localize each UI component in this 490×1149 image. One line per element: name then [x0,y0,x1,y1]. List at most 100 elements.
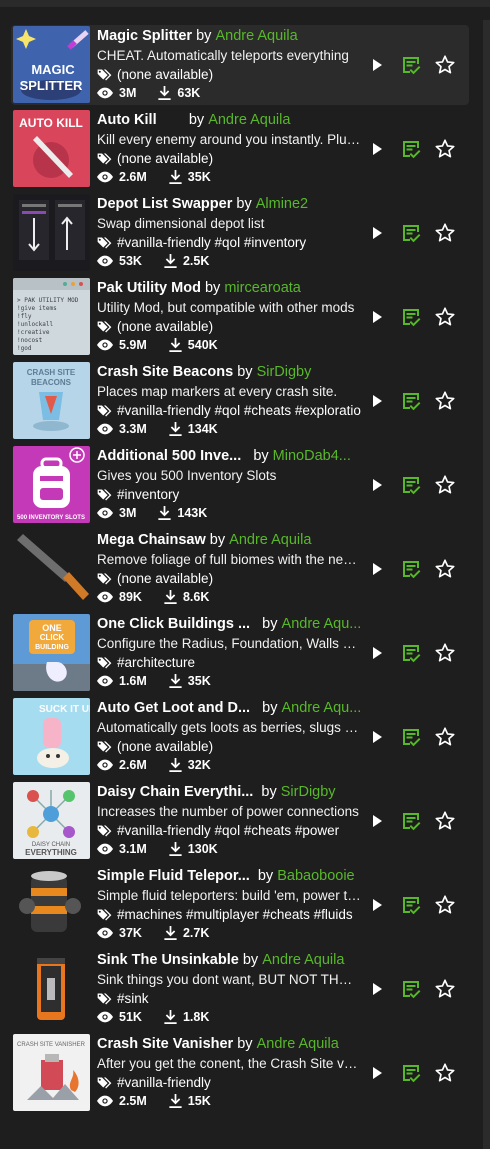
tag-icon [97,572,112,585]
mod-title[interactable]: Mega Chainsaw [97,532,206,548]
install-button[interactable] [400,222,422,244]
mod-row[interactable]: Simple Fluid Telepor... by Babaobooie Si… [11,865,469,945]
mod-title-line: Auto Kill by Andre Aquila [97,111,361,130]
mod-title[interactable]: Crash Site Vanisher [97,1036,233,1052]
mod-row[interactable]: ONE CLICK BUILDING One Click Buildings .… [11,613,469,693]
play-button[interactable] [366,390,388,412]
mod-title[interactable]: Pak Utility Mod [97,280,201,296]
favorite-button[interactable] [434,726,456,748]
play-button[interactable] [366,726,388,748]
mod-row[interactable]: Depot List Swapper by Almine2 Swap dimen… [11,193,469,273]
install-button[interactable] [400,894,422,916]
mod-author[interactable]: Andre Aquila [262,952,344,968]
mod-row[interactable]: CRASH SITE BEACONS Crash Site Beacons by… [11,361,469,441]
play-button[interactable] [366,1062,388,1084]
mod-row[interactable]: DAISY CHAIN EVERYTHING Daisy Chain Every… [11,781,469,861]
mod-author[interactable]: Andre Aquila [208,112,290,128]
install-icon [403,477,421,495]
install-button[interactable] [400,54,422,76]
mod-actions [366,222,456,244]
mod-title[interactable]: Crash Site Beacons [97,364,233,380]
favorite-button[interactable] [434,222,456,244]
install-button[interactable] [400,138,422,160]
install-button[interactable] [400,558,422,580]
play-button[interactable] [366,222,388,244]
svg-text:EVERYTHING: EVERYTHING [25,848,77,857]
mod-title[interactable]: Additional 500 Inve... [97,448,241,464]
play-icon [373,647,382,659]
mod-row[interactable]: 500 INVENTORY SLOTS Additional 500 Inve.… [11,445,469,525]
play-icon [373,1067,382,1079]
play-button[interactable] [366,306,388,328]
eye-icon [97,255,113,267]
favorite-button[interactable] [434,138,456,160]
favorite-button[interactable] [434,810,456,832]
mod-author[interactable]: Andre Aquila [229,532,311,548]
download-icon [164,254,177,268]
mod-title[interactable]: Auto Kill [97,112,157,128]
tag-icon [97,152,112,165]
mod-title[interactable]: Daisy Chain Everythi... [97,784,253,800]
magic-splitter-thumbnail: MAGIC SPLITTER [13,26,90,103]
mod-title[interactable]: One Click Buildings ... [97,616,250,632]
play-button[interactable] [366,558,388,580]
mod-row[interactable]: > PAK UTILITY MOD !give items !fly !unlocka… [11,277,469,357]
mod-tags-text: #inventory [117,487,180,502]
mod-tags-text: (none available) [117,319,214,334]
play-button[interactable] [366,474,388,496]
mod-title-line: Daisy Chain Everythi... by SirDigby [97,783,361,802]
mod-author[interactable]: Andre Aquila [215,28,297,44]
mod-author[interactable]: Andre Aquila [257,1036,339,1052]
eye-icon [97,423,113,435]
mod-row[interactable]: CRASH SITE VANISHER Crash Site Vanisher … [11,1033,469,1113]
favorite-button[interactable] [434,474,456,496]
mod-author[interactable]: Almine2 [256,196,308,212]
favorite-button[interactable] [434,54,456,76]
favorite-button[interactable] [434,390,456,412]
mod-title[interactable]: Auto Get Loot and D... [97,700,250,716]
downloads-count: 130K [187,842,218,856]
scrollbar[interactable] [483,20,490,1149]
mod-author[interactable]: SirDigby [281,784,336,800]
install-button[interactable] [400,810,422,832]
install-button[interactable] [400,726,422,748]
mod-title[interactable]: Magic Splitter [97,28,192,44]
install-button[interactable] [400,1062,422,1084]
mod-author[interactable]: Babaobooie [277,868,354,884]
install-button[interactable] [400,306,422,328]
install-icon [403,309,421,327]
favorite-button[interactable] [434,306,456,328]
mod-tags-text: (none available) [117,571,214,586]
mod-author[interactable]: Andre Aqu... [282,616,361,632]
downloads-count: 8.6K [182,590,210,604]
mod-row[interactable]: SUCK IT UP Auto Get Loot and D... by And… [11,697,469,777]
mod-title[interactable]: Simple Fluid Telepor... [97,868,250,884]
mod-author[interactable]: MinoDab4... [273,448,351,464]
mod-title[interactable]: Depot List Swapper [97,196,232,212]
mod-row[interactable]: AUTO KILL Auto Kill by Andre Aquila Kill… [11,109,469,189]
play-button[interactable] [366,894,388,916]
install-button[interactable] [400,390,422,412]
play-button[interactable] [366,138,388,160]
mod-author[interactable]: Andre Aqu... [281,700,361,716]
install-button[interactable] [400,978,422,1000]
favorite-button[interactable] [434,558,456,580]
install-button[interactable] [400,642,422,664]
play-button[interactable] [366,978,388,1000]
star-icon [435,307,455,326]
mod-title[interactable]: Sink The Unsinkable [97,952,239,968]
mod-author[interactable]: SirDigby [257,364,312,380]
mod-row[interactable]: MAGIC SPLITTER Magic Splitter by Andre A… [11,25,469,105]
play-button[interactable] [366,810,388,832]
favorite-button[interactable] [434,894,456,916]
mod-row[interactable]: Mega Chainsaw by Andre Aquila Remove fol… [11,529,469,609]
favorite-button[interactable] [434,642,456,664]
play-button[interactable] [366,54,388,76]
install-button[interactable] [400,474,422,496]
svg-text:500 INVENTORY SLOTS: 500 INVENTORY SLOTS [17,515,85,521]
mod-author[interactable]: mircearoata [224,280,301,296]
play-button[interactable] [366,642,388,664]
favorite-button[interactable] [434,978,456,1000]
favorite-button[interactable] [434,1062,456,1084]
mod-row[interactable]: Sink The Unsinkable by Andre Aquila Sink… [11,949,469,1029]
